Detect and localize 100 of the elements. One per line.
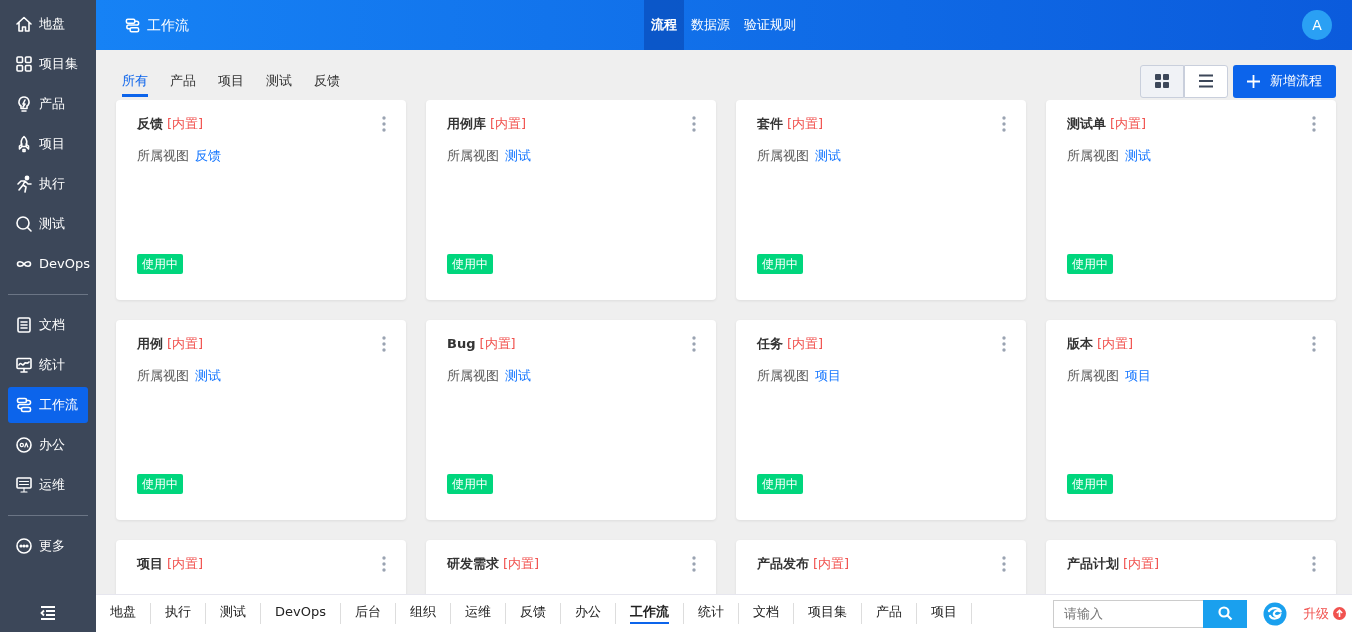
view-label: 所属视图 [447, 366, 499, 385]
header-tab[interactable]: 数据源 [684, 0, 737, 50]
more-options-icon[interactable] [1002, 115, 1006, 132]
sidebar-item[interactable]: 产品 [8, 86, 88, 122]
collapse-menu-icon[interactable] [40, 606, 56, 620]
view-toggle-button[interactable] [1140, 64, 1184, 98]
more-options-icon[interactable] [382, 555, 386, 572]
status-tag: 使用中 [1067, 474, 1113, 494]
view-toggle-button[interactable] [1184, 64, 1228, 98]
bottom-nav-link[interactable]: 工作流 [629, 603, 669, 624]
workflow-icon [15, 396, 33, 414]
house-icon [15, 15, 33, 33]
lightbulb-icon [15, 95, 33, 113]
sidebar-item[interactable]: 更多 [8, 528, 88, 564]
bottom-nav-link[interactable]: 办公 [574, 603, 601, 624]
workflow-card[interactable]: 研发需求 [内置] [426, 540, 716, 594]
view-label: 所属视图 [757, 366, 809, 385]
filter-tab[interactable]: 反馈 [314, 64, 340, 98]
bottom-nav-link[interactable]: 后台 [354, 603, 381, 624]
sidebar-item[interactable]: 文档 [8, 307, 88, 343]
sidebar-item[interactable]: 统计 [8, 347, 88, 383]
workflow-card[interactable]: 任务 [内置] 所属视图 项目 使用中 [736, 320, 1026, 520]
view-label: 所属视图 [137, 146, 189, 165]
bottom-nav-link[interactable]: 组织 [409, 603, 436, 624]
sidebar-item[interactable]: 项目 [8, 126, 88, 162]
magnifier-icon [15, 215, 33, 233]
filter-tab[interactable]: 测试 [266, 64, 292, 98]
sidebar-item[interactable]: 项目集 [8, 46, 88, 82]
workflow-card[interactable]: 套件 [内置] 所属视图 测试 使用中 [736, 100, 1026, 300]
search-button[interactable] [1203, 599, 1247, 628]
bottom-nav-link[interactable]: 地盘 [110, 603, 136, 624]
add-workflow-button[interactable]: 新增流程 [1233, 64, 1336, 98]
bottom-nav-link[interactable]: 产品 [875, 603, 902, 624]
bottom-nav-link[interactable]: DevOps [275, 603, 326, 624]
sidebar-item[interactable]: 测试 [8, 206, 88, 242]
list-view-icon [1198, 73, 1214, 89]
bottom-nav-link[interactable]: 运维 [464, 603, 491, 624]
chart-monitor-icon [15, 356, 33, 374]
builtin-tag: [内置] [787, 334, 824, 354]
sidebar-item[interactable]: DevOps [8, 246, 88, 282]
more-options-icon[interactable] [1002, 555, 1006, 572]
workflow-card[interactable]: 用例 [内置] 所属视图 测试 使用中 [116, 320, 406, 520]
view-link[interactable]: 项目 [1125, 365, 1151, 385]
bottom-nav-link[interactable]: 项目 [930, 603, 957, 624]
header-tab[interactable]: 流程 [644, 0, 684, 50]
view-link[interactable]: 测试 [815, 145, 841, 165]
sidebar-item[interactable]: 地盘 [8, 6, 88, 42]
builtin-tag: [内置] [167, 114, 204, 134]
more-options-icon[interactable] [382, 335, 386, 352]
more-options-icon[interactable] [1002, 335, 1006, 352]
status-tag: 使用中 [137, 254, 183, 274]
card-title: 产品计划 [1067, 555, 1119, 573]
workflow-card[interactable]: 产品计划 [内置] [1046, 540, 1336, 594]
more-options-icon[interactable] [1312, 335, 1316, 352]
view-link[interactable]: 测试 [505, 365, 531, 385]
builtin-tag: [内置] [167, 334, 204, 354]
oa-circle-icon [15, 436, 33, 454]
sidebar-item[interactable]: 执行 [8, 166, 88, 202]
card-title: 产品发布 [757, 555, 809, 573]
view-label: 所属视图 [1067, 146, 1119, 165]
filter-tab[interactable]: 产品 [170, 64, 196, 98]
sidebar-item[interactable]: 工作流 [8, 387, 88, 423]
bottom-nav-link[interactable]: 项目集 [807, 603, 847, 624]
upgrade-link[interactable]: 升级 [1303, 603, 1346, 624]
builtin-tag: [内置] [1097, 334, 1134, 354]
more-options-icon[interactable] [1312, 555, 1316, 572]
search-icon [1217, 606, 1233, 621]
search-field[interactable]: 请输入 [1053, 599, 1203, 628]
card-title: 测试单 [1067, 115, 1106, 133]
workflow-card[interactable]: 版本 [内置] 所属视图 项目 使用中 [1046, 320, 1336, 520]
more-options-icon[interactable] [692, 115, 696, 132]
workflow-card[interactable]: 产品发布 [内置] [736, 540, 1026, 594]
view-link[interactable]: 反馈 [195, 145, 221, 165]
more-options-icon[interactable] [692, 555, 696, 572]
more-options-icon[interactable] [1312, 115, 1316, 132]
header-tab[interactable]: 验证规则 [737, 0, 803, 50]
view-link[interactable]: 测试 [195, 365, 221, 385]
page-title: 工作流 [147, 15, 189, 35]
more-options-icon[interactable] [382, 115, 386, 132]
bottom-nav-link[interactable]: 反馈 [519, 603, 546, 624]
filter-tab[interactable]: 所有 [122, 64, 148, 98]
workflow-card[interactable]: 项目 [内置] [116, 540, 406, 594]
sidebar-item[interactable]: 运维 [8, 467, 88, 503]
workflow-card[interactable]: 测试单 [内置] 所属视图 测试 使用中 [1046, 100, 1336, 300]
bottom-nav-link[interactable]: 文档 [752, 603, 779, 624]
view-link[interactable]: 测试 [1125, 145, 1151, 165]
bottom-nav-link[interactable]: 执行 [165, 603, 191, 624]
workflow-card[interactable]: 反馈 [内置] 所属视图 反馈 使用中 [116, 100, 406, 300]
swirl-logo-icon[interactable] [1263, 601, 1287, 626]
sidebar-item[interactable]: 办公 [8, 427, 88, 463]
view-link[interactable]: 项目 [815, 365, 841, 385]
view-link[interactable]: 测试 [505, 145, 531, 165]
filter-tab[interactable]: 项目 [218, 64, 244, 98]
more-circle-icon [15, 537, 33, 555]
workflow-card[interactable]: 用例库 [内置] 所属视图 测试 使用中 [426, 100, 716, 300]
more-options-icon[interactable] [692, 335, 696, 352]
bottom-nav-link[interactable]: 测试 [220, 603, 246, 624]
bottom-nav-link[interactable]: 统计 [697, 603, 724, 624]
workflow-card[interactable]: Bug [内置] 所属视图 测试 使用中 [426, 320, 716, 520]
status-tag: 使用中 [757, 474, 803, 494]
